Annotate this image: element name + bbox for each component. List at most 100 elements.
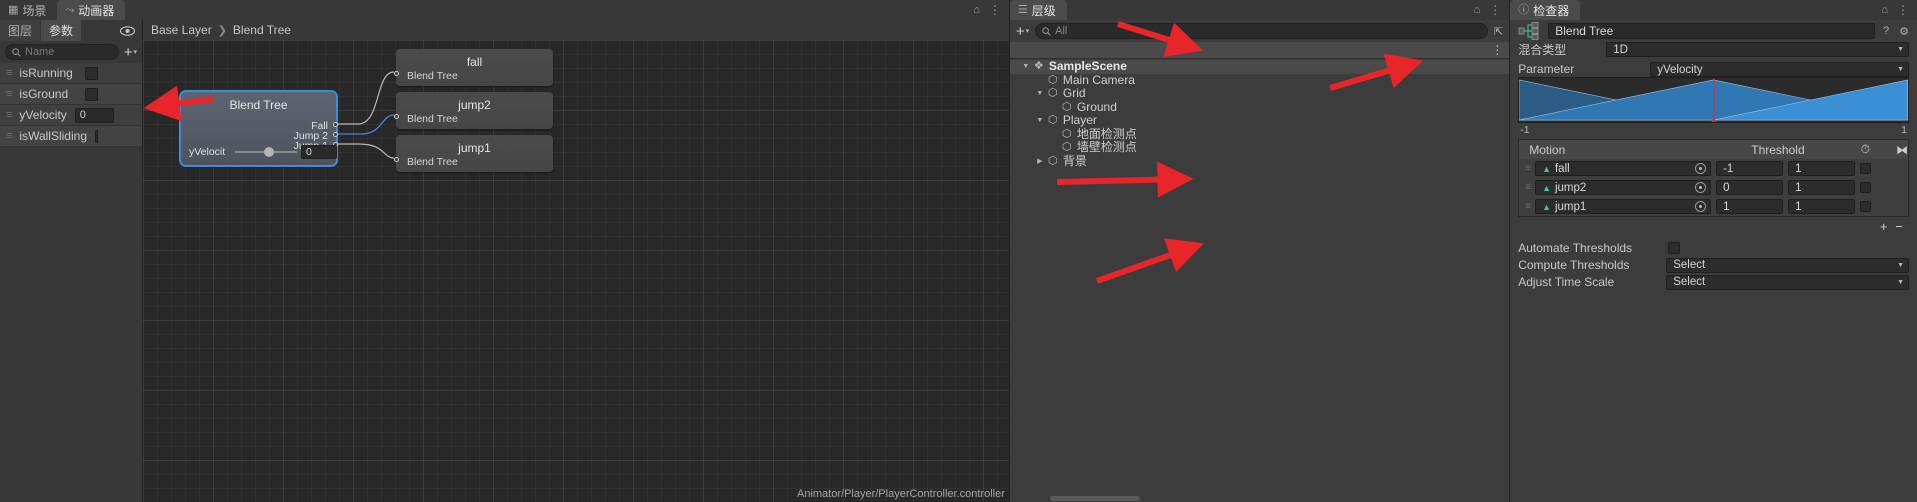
hierarchy-item-grid[interactable]: ▼ ⬡ Grid xyxy=(1010,86,1509,101)
motion-field[interactable]: ▲ fall xyxy=(1535,161,1712,176)
parameter-dropdown[interactable]: yVelocity ▼ xyxy=(1650,62,1909,77)
parameter-row-isrunning[interactable]: ≡ isRunning xyxy=(0,63,142,84)
port-dot-fall[interactable] xyxy=(333,122,338,127)
hierarchy-item-label: Main Camera xyxy=(1062,72,1135,87)
lock-icon[interactable]: ⌂ xyxy=(1881,4,1888,16)
kebab-menu-icon[interactable]: ⋮ xyxy=(1897,3,1909,17)
add-parameter-button[interactable]: + ▾ xyxy=(124,45,137,60)
compute-thresholds-dropdown[interactable]: Select ▼ xyxy=(1666,257,1909,273)
animator-canvas[interactable]: Blend Tree Fall Jump 2 Jump 1 xyxy=(143,40,1009,502)
mirror-checkbox[interactable] xyxy=(1860,182,1872,193)
kebab-menu-icon[interactable]: ⋮ xyxy=(989,3,1001,17)
tab-parameters[interactable]: 参数 xyxy=(41,20,83,41)
chevron-right-icon[interactable]: ▶ xyxy=(1035,155,1045,169)
blend-slider[interactable] xyxy=(235,147,297,157)
eye-icon[interactable] xyxy=(120,20,142,41)
parameter-checkbox[interactable] xyxy=(85,66,98,80)
motion-name: fall xyxy=(1554,162,1570,175)
remove-motion-button[interactable]: − xyxy=(1895,219,1903,234)
node-jump2[interactable]: jump2 Blend Tree xyxy=(394,92,553,129)
hierarchy-item-ground-check[interactable]: ▼ ⬡ 地面检测点 xyxy=(1010,127,1509,142)
asset-name-field[interactable]: Blend Tree xyxy=(1548,23,1875,39)
tab-layers[interactable]: 图层 xyxy=(0,20,42,41)
drag-handle-icon[interactable]: ≡ xyxy=(1525,163,1531,174)
tab-animator[interactable]: ⤳ 动画器 xyxy=(57,0,126,20)
blend-graph[interactable] xyxy=(1518,77,1909,123)
hierarchy-item-wall-check[interactable]: ▼ ⬡ 墙壁检测点 xyxy=(1010,140,1509,155)
hierarchy-search-input[interactable]: All xyxy=(1035,23,1488,39)
motion-field[interactable]: ▲ jump1 xyxy=(1535,199,1712,214)
port-dot-jump2[interactable] xyxy=(333,132,338,137)
blend-type-dropdown[interactable]: 1D ▼ xyxy=(1606,42,1909,57)
threshold-field[interactable]: 1 xyxy=(1716,199,1784,214)
motion-row-jump2[interactable]: ≡ ▲ jump2 0 1 xyxy=(1519,178,1908,197)
drag-handle-icon[interactable]: ≡ xyxy=(1525,201,1531,212)
hierarchy-list[interactable]: ▼ ❖ SampleScene ▼ ⬡ Main Camera ▼ ⬡ Grid… xyxy=(1009,59,1510,492)
kebab-menu-icon[interactable]: ⋮ xyxy=(1491,43,1503,57)
motion-row-jump1[interactable]: ≡ ▲ jump1 1 1 xyxy=(1519,197,1908,216)
parameter-search-row: Name + ▾ xyxy=(0,41,142,63)
slider-knob[interactable] xyxy=(263,147,274,157)
chevron-down-icon[interactable]: ▼ xyxy=(1035,87,1045,101)
object-picker-icon[interactable] xyxy=(1695,163,1707,174)
slider-value-field[interactable]: 0 xyxy=(301,145,337,159)
port-dot-in[interactable] xyxy=(394,114,399,119)
threshold-field[interactable]: 0 xyxy=(1716,180,1784,195)
object-picker-icon[interactable] xyxy=(1695,201,1707,212)
time-scale-field[interactable]: 1 xyxy=(1788,199,1856,214)
parameter-checkbox[interactable] xyxy=(95,129,98,143)
parameter-row-isground[interactable]: ≡ isGround xyxy=(0,84,142,105)
time-scale-field[interactable]: 1 xyxy=(1788,180,1856,195)
port-dot-in[interactable] xyxy=(394,71,399,76)
hierarchy-item-ground[interactable]: ▼ ⬡ Ground xyxy=(1010,100,1509,115)
horizontal-scrollbar[interactable] xyxy=(1049,496,1140,501)
tab-hierarchy[interactable]: ☰ 层级 xyxy=(1009,0,1067,20)
create-gameobject-button[interactable]: + ▾ xyxy=(1016,24,1029,39)
threshold-field[interactable]: -1 xyxy=(1716,161,1784,176)
parameter-row-iswallsliding[interactable]: ≡ isWallSliding xyxy=(0,126,142,147)
drag-handle-icon[interactable]: ≡ xyxy=(6,67,13,79)
blend-graph-max: 1 xyxy=(1901,124,1907,136)
node-subtitle: Blend Tree xyxy=(407,70,458,82)
drag-handle-icon[interactable]: ≡ xyxy=(6,109,13,121)
mirror-checkbox[interactable] xyxy=(1860,201,1872,212)
chevron-down-icon[interactable]: ▼ xyxy=(1021,60,1031,74)
hierarchy-item-player[interactable]: ▼ ⬡ Player xyxy=(1010,113,1509,128)
breadcrumb-blend-tree[interactable]: Blend Tree xyxy=(233,23,291,37)
animation-clip-icon: ▲ xyxy=(1542,182,1551,193)
tab-inspector[interactable]: ⓘ 检查器 xyxy=(1510,0,1581,20)
drag-handle-icon[interactable]: ≡ xyxy=(6,88,13,100)
search-input[interactable]: Name xyxy=(5,44,119,60)
time-scale-field[interactable]: 1 xyxy=(1788,161,1856,176)
parameter-row-yvelocity[interactable]: ≡ yVelocity 0 xyxy=(0,105,142,126)
lock-icon[interactable]: ⌂ xyxy=(973,4,980,16)
hierarchy-item-background[interactable]: ▶ ⬡ 背景 xyxy=(1010,154,1509,169)
drag-handle-icon[interactable]: ≡ xyxy=(1525,182,1531,193)
chevron-down-icon: ▾ xyxy=(133,48,137,56)
hierarchy-item-samplescene[interactable]: ▼ ❖ SampleScene xyxy=(1009,59,1510,74)
breadcrumb-base-layer[interactable]: Base Layer xyxy=(151,23,212,37)
node-fall[interactable]: fall Blend Tree xyxy=(394,49,553,86)
hierarchy-item-main-camera[interactable]: ▼ ⬡ Main Camera xyxy=(1010,72,1509,88)
motion-row-fall[interactable]: ≡ ▲ fall -1 1 xyxy=(1519,159,1908,178)
chevron-down-icon[interactable]: ▼ xyxy=(1035,114,1045,128)
kebab-menu-icon[interactable]: ⋮ xyxy=(1489,3,1501,17)
motion-field[interactable]: ▲ jump2 xyxy=(1535,180,1712,195)
add-motion-button[interactable]: + xyxy=(1880,219,1888,234)
expand-icon[interactable]: ⇱ xyxy=(1494,25,1503,38)
lock-icon[interactable]: ⌂ xyxy=(1474,4,1481,16)
node-jump1[interactable]: jump1 Blend Tree xyxy=(394,135,553,172)
parameter-value-field[interactable]: 0 xyxy=(74,107,114,123)
tab-scene[interactable]: ▦ 场景 xyxy=(0,0,57,20)
port-dot-in[interactable] xyxy=(394,157,399,162)
object-picker-icon[interactable] xyxy=(1695,182,1707,193)
help-icon[interactable]: ? xyxy=(1881,25,1891,37)
drag-handle-icon[interactable]: ≡ xyxy=(6,130,13,142)
node-blend-tree-root[interactable]: Blend Tree Fall Jump 2 Jump 1 xyxy=(179,90,338,167)
parameter-checkbox[interactable] xyxy=(85,87,98,101)
automate-thresholds-checkbox[interactable] xyxy=(1668,242,1681,254)
gear-icon[interactable]: ⚙ xyxy=(1897,25,1911,38)
adjust-time-scale-dropdown[interactable]: Select ▼ xyxy=(1666,274,1909,290)
mirror-checkbox[interactable] xyxy=(1860,163,1872,174)
tab-inspector-label: 检查器 xyxy=(1533,3,1570,18)
